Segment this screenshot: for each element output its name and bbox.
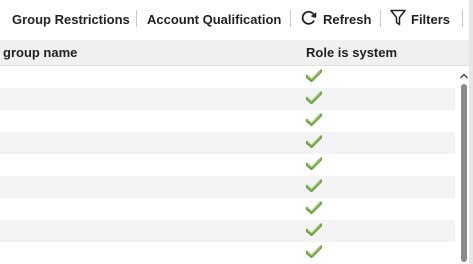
account-qualification-button[interactable]: Account Qualification — [147, 9, 281, 29]
toolbar-separator — [462, 10, 463, 27]
table-row[interactable] — [0, 88, 455, 110]
toolbar-separator — [380, 10, 381, 27]
table-row[interactable] — [0, 176, 455, 198]
refresh-icon — [300, 9, 318, 30]
toolbar-separator — [290, 10, 291, 27]
group-restrictions-label: Group Restrictions — [12, 11, 130, 27]
table-row[interactable] — [0, 66, 455, 88]
table-row[interactable] — [0, 198, 455, 220]
checkmark-icon — [305, 245, 323, 259]
group-restrictions-button[interactable]: Group Restrictions — [12, 9, 130, 29]
scrollbar-thumb[interactable] — [461, 84, 467, 262]
toolbar-separator — [136, 10, 137, 27]
column-header-group-name[interactable]: group name — [3, 45, 77, 60]
checkmark-icon — [305, 69, 323, 83]
table-row[interactable] — [0, 242, 455, 264]
table-row[interactable] — [0, 154, 455, 176]
refresh-label: Refresh — [323, 11, 372, 27]
checkmark-icon — [305, 179, 323, 193]
table-row[interactable] — [0, 220, 455, 242]
panel-edge — [469, 0, 473, 264]
account-qualification-label: Account Qualification — [147, 11, 282, 27]
table-row[interactable] — [0, 132, 455, 154]
checkmark-icon — [305, 113, 323, 127]
filters-label: Filters — [411, 11, 451, 27]
toolbar: Group Restrictions Account Qualification… — [0, 0, 473, 38]
checkmark-icon — [305, 91, 323, 105]
scroll-up-arrow-icon[interactable] — [459, 68, 469, 79]
checkmark-icon — [305, 223, 323, 237]
checkmark-icon — [305, 157, 323, 171]
refresh-button[interactable]: Refresh — [300, 9, 371, 29]
checkmark-icon — [305, 201, 323, 215]
table-body — [0, 66, 455, 264]
checkmark-icon — [305, 135, 323, 149]
filters-button[interactable]: Filters — [390, 9, 450, 29]
table-header: group name Role is system — [0, 40, 473, 66]
filter-icon — [390, 9, 406, 29]
column-header-role-is-system[interactable]: Role is system — [306, 45, 397, 60]
table-row[interactable] — [0, 110, 455, 132]
